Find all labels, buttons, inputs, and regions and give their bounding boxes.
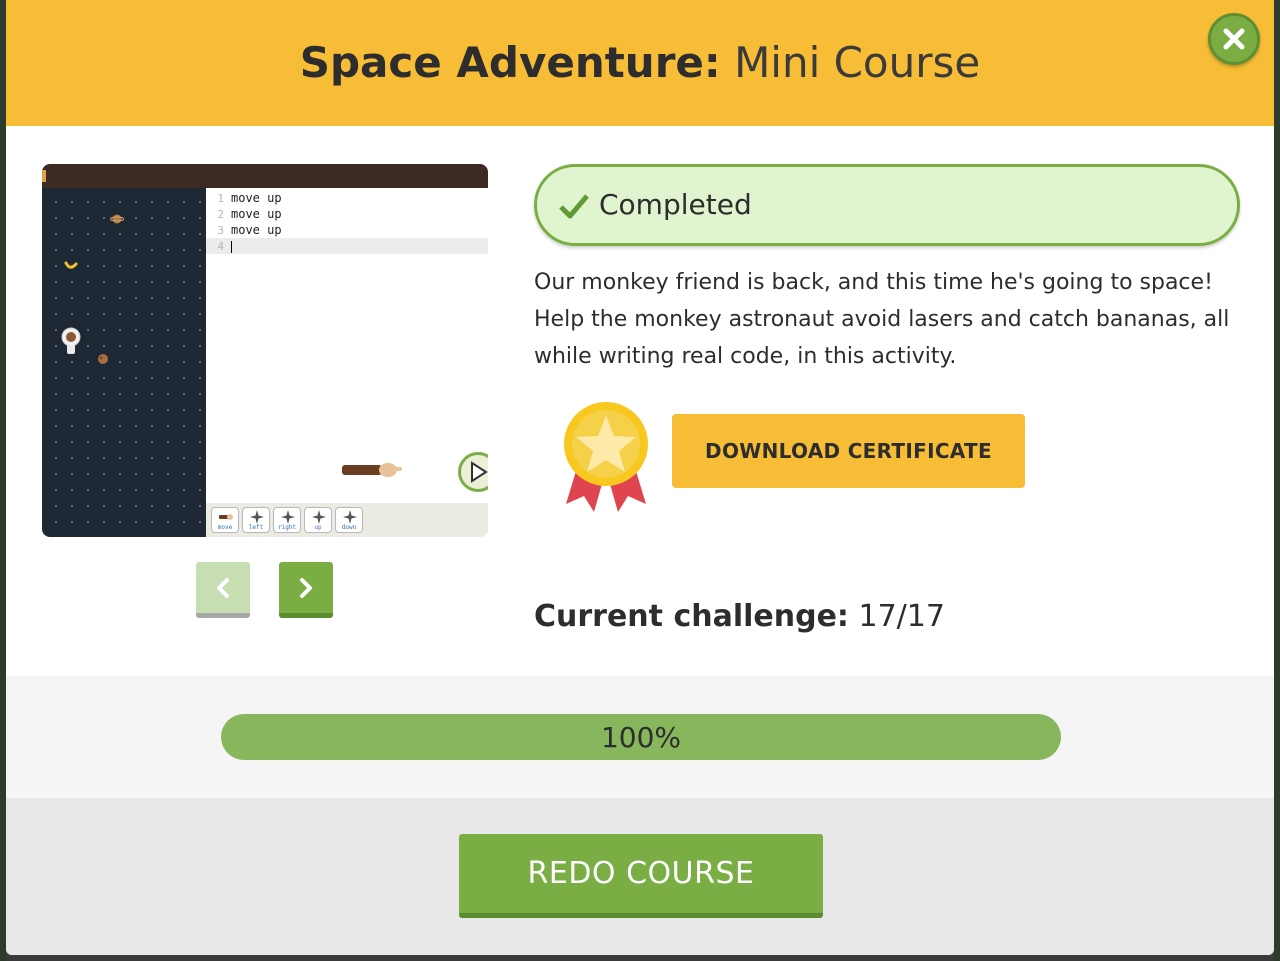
monkey-hand-pointer-icon [342, 463, 402, 477]
progress-section: 100% [6, 676, 1274, 798]
modal-title: Space Adventure: Mini Course [6, 36, 1274, 90]
checkmark-icon [559, 194, 589, 219]
backdrop-right [1274, 0, 1280, 961]
modal-title-light: Mini Course [734, 38, 981, 87]
chevron-left-icon [217, 577, 229, 598]
redo-course-button[interactable]: REDO COURSE [459, 834, 823, 918]
banana-icon [64, 261, 78, 269]
close-x-icon [1223, 28, 1245, 50]
current-challenge: Current challenge: 17/17 [534, 596, 945, 638]
monkey-astronaut-icon [61, 327, 81, 354]
run-play-icon [458, 452, 488, 492]
preview-top-bar [42, 164, 488, 188]
course-description: Our monkey friend is back, and this time… [534, 270, 1230, 369]
status-text: Completed [599, 188, 752, 221]
code-editor: 1 move up 2 move up 3 move up 4 [206, 188, 488, 503]
code-line: 3 move up [217, 223, 282, 237]
planet-icon [110, 214, 124, 224]
compass-left-icon [250, 510, 264, 524]
palette-block-down: down [335, 507, 363, 533]
code-line: 1 move up [217, 191, 282, 205]
course-modal: Space Adventure: Mini Course 1 move up 2… [6, 0, 1274, 955]
modal-title-bold: Space Adventure: [299, 38, 721, 87]
progress-label: 100% [600, 720, 682, 754]
palette-block-move: move [211, 507, 239, 533]
palette-block-up: up [304, 507, 332, 533]
code-palette: move left right up down [206, 503, 488, 537]
preview-game-area [42, 188, 206, 537]
close-button[interactable] [1208, 13, 1260, 65]
compass-up-icon [312, 510, 326, 524]
compass-down-icon [343, 510, 357, 524]
monkey-arm-icon [219, 514, 233, 520]
completed-status-badge: Completed [534, 164, 1240, 246]
next-button[interactable] [279, 562, 333, 618]
palette-block-right: right [273, 507, 301, 533]
chevron-right-icon [300, 577, 312, 598]
previous-button[interactable] [196, 562, 250, 618]
progress-bar: 100% [221, 714, 1061, 760]
challenge-value: 17/17 [858, 599, 945, 634]
code-line: 2 move up [217, 207, 282, 221]
code-line-active: 4 [206, 238, 488, 254]
compass-right-icon [281, 510, 295, 524]
challenge-label: Current challenge: [534, 599, 849, 634]
modal-header: Space Adventure: Mini Course [6, 0, 1274, 126]
download-certificate-button[interactable]: DOWNLOAD CERTIFICATE [672, 414, 1025, 488]
asteroid-icon [98, 354, 108, 364]
modal-footer: REDO COURSE [6, 798, 1274, 955]
course-preview-image: 1 move up 2 move up 3 move up 4 move left [42, 164, 488, 537]
palette-block-left: left [242, 507, 270, 533]
medal-star-icon [564, 402, 648, 512]
